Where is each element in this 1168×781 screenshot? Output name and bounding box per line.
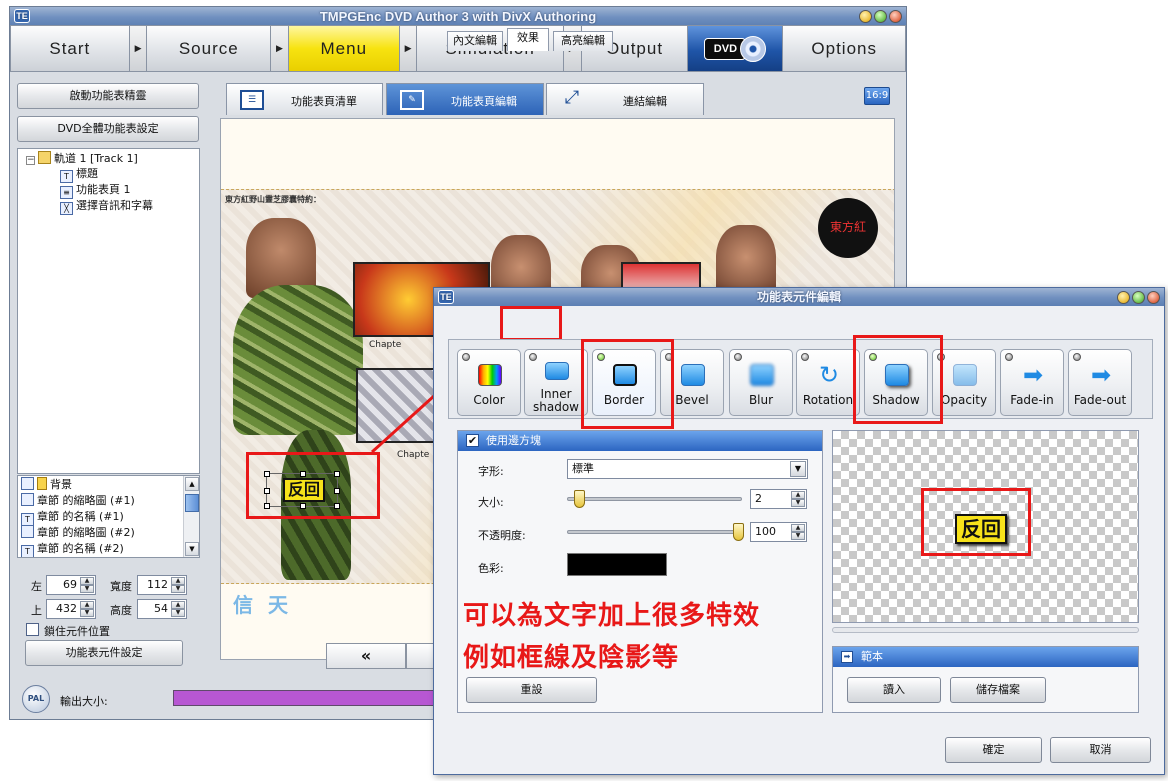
size-label: 大小: [478,496,504,509]
fade-in-arrow-icon: ➡ [1022,361,1044,389]
color-palette-icon [478,364,502,386]
annotation-text-line-2: 例如框線及陰影等 [463,643,680,673]
effect-color-button[interactable]: Color [457,349,521,416]
save-template-button[interactable]: 儲存檔案 [950,677,1046,703]
size-input[interactable]: 2 ▲ ▼ [750,489,807,509]
annotation-text-line-1: 可以為文字加上很多特效 [463,601,761,631]
border-color-swatch[interactable] [567,553,667,576]
size-slider-thumb[interactable] [574,490,585,508]
effect-rotation-button[interactable]: ↻ Rotation [796,349,860,416]
minimize-icon[interactable] [1117,291,1130,304]
effect-fade-in-button[interactable]: ➡ Fade-in [1000,349,1064,416]
status-led-icon [801,353,809,361]
template-group-header: ➡ 範本 [833,647,1138,667]
shape-label: 字形: [478,465,504,478]
spin-down-icon[interactable]: ▼ [791,499,805,507]
cancel-button[interactable]: 取消 [1050,737,1151,763]
use-border-checkbox[interactable]: ✔ [466,434,479,447]
rotation-icon: ↻ [818,361,840,389]
ok-button[interactable]: 確定 [945,737,1042,763]
annotation-highlight-box [581,339,674,429]
border-group-header: ✔ 使用邊方塊 [458,431,822,451]
dialog-title: 功能表元件編輯 [756,290,841,304]
chevron-down-icon[interactable]: ▼ [790,461,806,477]
status-led-icon [1005,353,1013,361]
effect-blur-button[interactable]: Blur [729,349,793,416]
status-led-icon [1073,353,1081,361]
app-icon: TE [438,290,454,304]
fade-out-arrow-icon: ➡ [1090,361,1112,389]
opacity-icon [953,364,977,386]
tab-highlight-edit[interactable]: 高亮編輯 [553,31,613,51]
reset-button[interactable]: 重設 [466,677,597,703]
close-icon[interactable] [1147,291,1160,304]
bevel-icon [681,364,705,386]
dialog-window-controls [1117,291,1160,304]
annotation-highlight-box [853,335,943,424]
spin-down-icon[interactable]: ▼ [791,532,805,540]
shape-select[interactable]: 標準 ▼ [567,459,808,479]
blur-icon [750,364,774,386]
tab-effects[interactable]: 效果 [507,28,549,51]
annotation-highlight-box [921,488,1031,556]
inner-shadow-icon [545,362,569,380]
spin-up-icon[interactable]: ▲ [791,524,805,532]
load-template-button[interactable]: 讀入 [847,677,941,703]
opacity-label: 不透明度: [478,529,526,542]
tab-text-edit[interactable]: 內文編輯 [447,31,503,51]
opacity-slider-thumb[interactable] [733,523,744,541]
expand-arrow-icon[interactable]: ➡ [841,651,853,663]
spin-up-icon[interactable]: ▲ [791,491,805,499]
preview-scrollbar[interactable] [832,627,1139,633]
effect-fade-out-button[interactable]: ➡ Fade-out [1068,349,1132,416]
opacity-input[interactable]: 100 ▲ ▼ [750,522,807,542]
color-label: 色彩: [478,562,504,575]
status-led-icon [734,353,742,361]
maximize-icon[interactable] [1132,291,1145,304]
dialog-titlebar[interactable]: TE 功能表元件編輯 [434,288,1164,306]
status-led-icon [529,353,537,361]
status-led-icon [462,353,470,361]
annotation-highlight-box [500,306,562,341]
effect-inner-shadow-button[interactable]: Inner shadow [524,349,588,416]
opacity-slider-track[interactable] [567,530,742,534]
size-slider-track[interactable] [567,497,742,501]
